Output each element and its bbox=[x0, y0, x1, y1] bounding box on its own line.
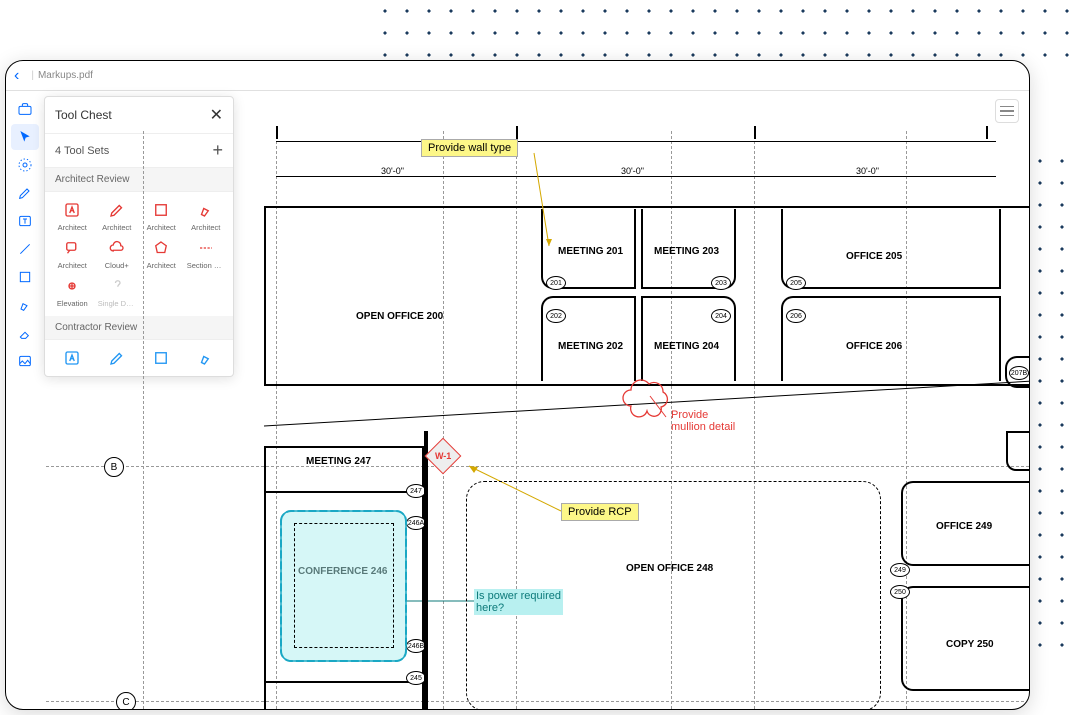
room-meeting-204: MEETING 204 bbox=[654, 341, 719, 352]
room-office-205: OFFICE 205 bbox=[846, 251, 902, 262]
dim-bay1: 30'-0" bbox=[381, 166, 404, 176]
markup-power-q[interactable]: Is power required here? bbox=[474, 589, 563, 615]
markup-provide-rcp[interactable]: Provide RCP bbox=[561, 503, 639, 521]
cloud-markup[interactable] bbox=[621, 376, 671, 421]
door-tag-203: 203 bbox=[711, 276, 731, 290]
markup-mullion[interactable]: Provide mullion detail bbox=[671, 409, 735, 433]
door-tag-206: 206 bbox=[786, 309, 806, 323]
door-tag-202: 202 bbox=[546, 309, 566, 323]
markup-w1[interactable]: W-1 bbox=[425, 438, 462, 475]
room-open-office-248: OPEN OFFICE 248 bbox=[626, 563, 713, 574]
document-title: Markups.pdf bbox=[38, 70, 93, 81]
grid-bubble-b: B bbox=[104, 457, 124, 477]
room-copy-250: COPY 250 bbox=[946, 639, 994, 650]
drawing-canvas[interactable]: 30'-0" 30'-0" 30'-0" B C OPEN OFFICE 200… bbox=[6, 91, 1029, 709]
room-meeting-247: MEETING 247 bbox=[306, 456, 371, 467]
app-window: ‹ | Markups.pdf Tool Chest ✕ 4 Tool Sets… bbox=[5, 60, 1030, 710]
dim-bay2: 30'-0" bbox=[621, 166, 644, 176]
dim-bay3: 30'-0" bbox=[856, 166, 879, 176]
titlebar: ‹ | Markups.pdf bbox=[6, 61, 1029, 91]
door-tag-249: 249 bbox=[890, 563, 910, 577]
back-button[interactable]: ‹ bbox=[14, 67, 19, 85]
room-open-office-200: OPEN OFFICE 200 bbox=[356, 311, 443, 322]
room-office-206: OFFICE 206 bbox=[846, 341, 902, 352]
door-tag-201: 201 bbox=[546, 276, 566, 290]
markup-provide-wall-type[interactable]: Provide wall type bbox=[421, 139, 518, 157]
room-meeting-201: MEETING 201 bbox=[558, 246, 623, 257]
door-tag-245: 245 bbox=[406, 671, 426, 685]
door-tag-250: 250 bbox=[890, 585, 910, 599]
room-meeting-203: MEETING 203 bbox=[654, 246, 719, 257]
door-tag-207b: 207B bbox=[1009, 366, 1029, 380]
room-meeting-202: MEETING 202 bbox=[558, 341, 623, 352]
door-tag-247: 247 bbox=[406, 484, 426, 498]
door-tag-205: 205 bbox=[786, 276, 806, 290]
grid-bubble-c: C bbox=[116, 692, 136, 709]
door-tag-204: 204 bbox=[711, 309, 731, 323]
room-office-249: OFFICE 249 bbox=[936, 521, 992, 532]
